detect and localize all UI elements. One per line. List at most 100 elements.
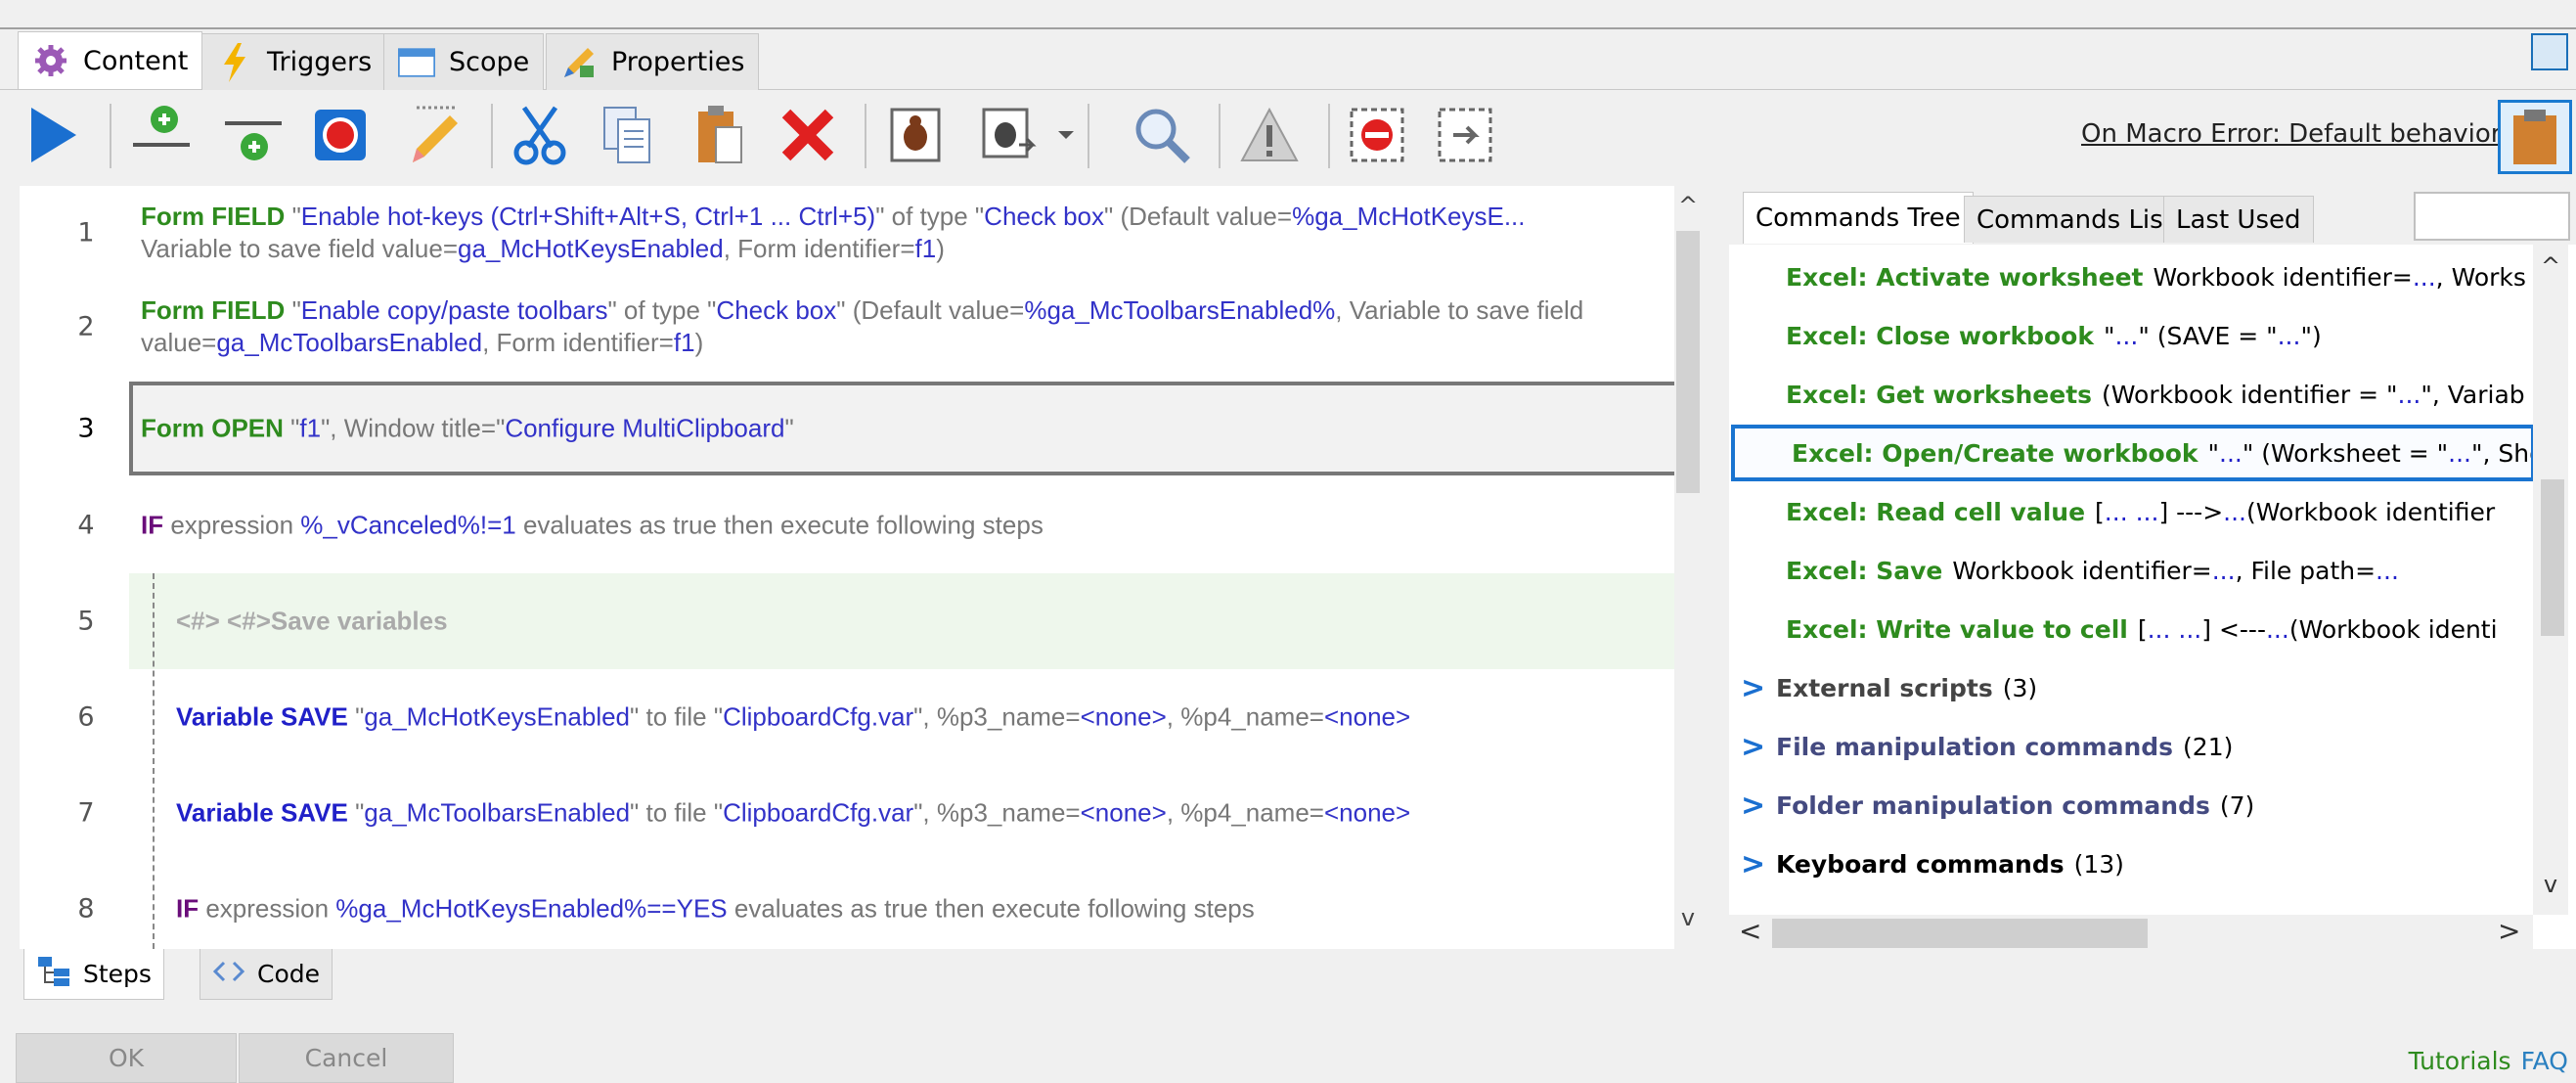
command-value: ...	[2265, 614, 2289, 644]
add-step-above-button[interactable]	[125, 100, 196, 170]
find-button[interactable]	[1127, 100, 1197, 170]
step-command: IF	[176, 893, 200, 924]
step-text-fragment: "	[784, 413, 794, 443]
chevron-right-icon[interactable]: >	[1741, 847, 1776, 881]
command-name: Excel: Open/Create workbook	[1792, 438, 2198, 468]
chevron-right-icon[interactable]: >	[1741, 671, 1776, 705]
disable-step-button[interactable]	[1342, 100, 1412, 170]
edit-step-button[interactable]	[399, 100, 469, 170]
step-text-fragment: Variable to save field value=	[141, 234, 458, 263]
step-value: <none>	[1080, 797, 1167, 828]
tree-item-excel-write-value-to-cell[interactable]: Excel: Write value to cell [ ... ... ] <…	[1729, 601, 2527, 657]
tab-content[interactable]: Content	[18, 31, 203, 89]
tab-last-used[interactable]: Last Used	[2163, 196, 2314, 243]
command-param: ")	[2300, 321, 2322, 350]
debug-button[interactable]	[880, 100, 951, 170]
tree-item-excel-read-cell-value[interactable]: Excel: Read cell value [ ... ... ] ---> …	[1729, 483, 2527, 540]
warnings-button[interactable]	[1234, 100, 1305, 170]
line-number: 7	[77, 797, 95, 829]
run-macro-button[interactable]	[18, 100, 88, 170]
debug-options-button[interactable]	[974, 100, 1044, 170]
scroll-thumb[interactable]	[1772, 919, 2148, 948]
step-row-selected[interactable]: 3 Form OPEN "f1", Window title="Configur…	[20, 382, 1694, 475]
step-comment: <#> <#>Save variables	[176, 606, 448, 636]
line-number: 4	[77, 510, 95, 541]
step-text: Form FIELD "Enable copy/paste toolbars" …	[141, 294, 1655, 359]
tree-category-external-scripts[interactable]: > External scripts (3)	[1729, 659, 2527, 716]
tab-triggers[interactable]: Triggers	[201, 33, 387, 90]
tree-horizontal-scrollbar[interactable]: < >	[1729, 915, 2533, 952]
step-text: Form OPEN "f1", Window title="Configure …	[141, 413, 1655, 445]
edit-properties-icon	[560, 44, 598, 81]
tab-steps[interactable]: Steps	[23, 949, 164, 1000]
enable-step-button[interactable]	[1430, 100, 1500, 170]
editor-scrollbar[interactable]: ^ v	[1674, 186, 1702, 949]
command-param: ", Variable	[2421, 380, 2527, 409]
scroll-thumb[interactable]	[2541, 479, 2564, 636]
step-row[interactable]: 1 Form FIELD "Enable hot-keys (Ctrl+Shif…	[20, 186, 1674, 280]
scroll-left-icon[interactable]: <	[1739, 915, 1761, 947]
scroll-up-icon[interactable]: ^	[1674, 192, 1702, 231]
step-text-fragment: , %p4_name=	[1166, 797, 1324, 828]
line-number: 8	[77, 893, 95, 925]
step-text-fragment: ", %p3_name=	[913, 797, 1081, 828]
cut-button[interactable]	[505, 100, 575, 170]
category-name: Folder manipulation commands	[1776, 790, 2210, 820]
scroll-down-icon[interactable]: v	[1674, 904, 1702, 943]
command-param: , File path=	[2235, 556, 2376, 585]
step-row-comment[interactable]: 5 <#> <#>Save variables	[20, 573, 1674, 669]
step-row[interactable]: 7 Variable SAVE "ga_McToolbarsEnabled" t…	[20, 765, 1674, 861]
tutorials-link[interactable]: Tutorials	[2409, 1047, 2511, 1075]
tree-item-excel-activate-worksheet[interactable]: Excel: Activate worksheet Workbook ident…	[1729, 248, 2527, 305]
tree-item-excel-get-worksheets[interactable]: Excel: Get worksheets (Workbook identifi…	[1729, 366, 2527, 423]
chevron-down-icon[interactable]	[1048, 100, 1084, 170]
step-row[interactable]: 2 Form FIELD "Enable copy/paste toolbars…	[20, 280, 1674, 374]
commands-tree[interactable]: Excel: Activate worksheet Workbook ident…	[1729, 245, 2576, 949]
tree-item-excel-save[interactable]: Excel: Save Workbook identifier=..., Fil…	[1729, 542, 2527, 599]
scroll-right-icon[interactable]: >	[2498, 915, 2520, 947]
scroll-thumb[interactable]	[1676, 231, 1700, 493]
tab-code[interactable]: Code	[200, 949, 333, 1000]
paste-button[interactable]	[685, 100, 755, 170]
scroll-up-icon[interactable]: ^	[2533, 252, 2568, 280]
faq-link[interactable]: FAQ	[2521, 1047, 2568, 1075]
maximize-editor-icon[interactable]	[2531, 33, 2568, 70]
record-button[interactable]	[305, 100, 376, 170]
tree-category-keyboard[interactable]: > Keyboard commands (13)	[1729, 835, 2527, 892]
step-row[interactable]: 4 IF expression %_vCanceled%!=1 evaluate…	[20, 477, 1674, 573]
step-text-fragment: "	[347, 701, 365, 732]
chevron-right-icon[interactable]: >	[1741, 730, 1776, 764]
on-macro-error-link[interactable]: On Macro Error: Default behavior	[2081, 119, 2501, 149]
delete-button[interactable]	[773, 100, 843, 170]
tab-commands-list[interactable]: Commands List	[1964, 196, 2186, 243]
tab-scope[interactable]: Scope	[383, 33, 545, 90]
copy-button[interactable]	[593, 100, 663, 170]
cancel-button[interactable]: Cancel	[239, 1033, 454, 1083]
add-step-below-button[interactable]	[217, 100, 288, 170]
tab-commands-tree[interactable]: Commands Tree	[1743, 192, 1974, 244]
chevron-right-icon[interactable]: >	[1741, 789, 1776, 823]
line-number: 1	[77, 217, 95, 248]
command-name: Excel: Write value to cell	[1786, 614, 2128, 644]
tab-steps-label: Steps	[83, 960, 152, 988]
ok-button[interactable]: OK	[16, 1033, 237, 1083]
tab-properties[interactable]: Properties	[546, 33, 760, 90]
tree-item-excel-close-workbook[interactable]: Excel: Close workbook "... " (SAVE = "...…	[1729, 307, 2527, 364]
command-name: Excel: Get worksheets	[1786, 380, 2093, 409]
tree-item-excel-open-create-workbook[interactable]: Excel: Open/Create workbook "... " (Works…	[1731, 425, 2535, 481]
tree-category-file-manipulation[interactable]: > File manipulation commands (21)	[1729, 718, 2527, 775]
window-icon	[398, 44, 435, 81]
command-name: Excel: Activate worksheet	[1786, 262, 2144, 292]
command-search-input[interactable]	[2414, 192, 2570, 241]
step-value: ClipboardCfg.var	[723, 701, 914, 732]
scroll-down-icon[interactable]: v	[2533, 871, 2568, 898]
tree-category-folder-manipulation[interactable]: > Folder manipulation commands (7)	[1729, 777, 2527, 834]
clipboard-button[interactable]	[2498, 100, 2572, 174]
step-row[interactable]: 6 Variable SAVE "ga_McHotKeysEnabled" to…	[20, 669, 1674, 765]
step-row[interactable]: 8 IF expression %ga_McHotKeysEnabled%==Y…	[20, 861, 1674, 949]
steps-editor[interactable]: 1 Form FIELD "Enable hot-keys (Ctrl+Shif…	[20, 186, 1702, 949]
command-value: ...	[2412, 262, 2436, 292]
tree-vertical-scrollbar[interactable]: ^ v	[2533, 245, 2568, 915]
command-value: ...	[2397, 380, 2421, 409]
line-number: 3	[77, 413, 95, 444]
